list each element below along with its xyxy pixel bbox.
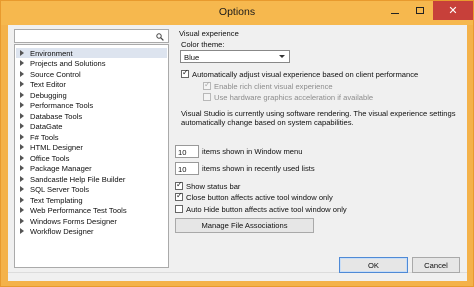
- tree-item-html-designer[interactable]: HTML Designer: [16, 143, 167, 153]
- recent-list-count-label: items shown in recently used lists: [202, 164, 315, 173]
- hw-accel-checkbox[interactable]: [203, 93, 211, 101]
- expand-arrow-icon[interactable]: [20, 154, 24, 161]
- maximize-button[interactable]: [408, 1, 432, 20]
- minimize-button[interactable]: [383, 1, 407, 20]
- tree-item-database-tools[interactable]: Database Tools: [16, 111, 167, 121]
- visual-experience-heading: Visual experience: [179, 29, 239, 38]
- autohide-button-checkbox[interactable]: [175, 205, 183, 213]
- expand-arrow-icon[interactable]: [20, 81, 24, 87]
- rich-client-label: Enable rich client visual experience: [214, 82, 333, 91]
- checkmark-icon: ✓: [176, 180, 183, 189]
- window-menu-count-label: items shown in Window menu: [202, 147, 303, 156]
- expand-arrow-icon[interactable]: [20, 91, 24, 98]
- tree-item-package-manager[interactable]: Package Manager: [16, 164, 167, 174]
- title-bar[interactable]: Options ✕: [1, 1, 473, 25]
- ok-button[interactable]: OK: [339, 257, 408, 273]
- manage-file-associations-button[interactable]: Manage File Associations: [175, 218, 314, 233]
- expand-arrow-icon[interactable]: [20, 196, 24, 203]
- close-button-checkbox[interactable]: ✓: [175, 191, 183, 201]
- expand-arrow-icon[interactable]: [20, 175, 24, 182]
- checkmark-icon: ✓: [182, 68, 189, 77]
- options-window: Options ✕ Environment Projects and Solut…: [0, 0, 474, 287]
- expand-arrow-icon[interactable]: [20, 123, 24, 129]
- minimize-icon: [391, 12, 399, 14]
- expand-arrow-icon[interactable]: [20, 207, 24, 213]
- close-button-label: Close button affects active tool window …: [186, 193, 333, 202]
- expand-arrow-icon[interactable]: [20, 60, 24, 66]
- rendering-info-line-1: Visual Studio is currently using softwar…: [181, 109, 456, 118]
- expand-arrow-icon[interactable]: [20, 186, 24, 192]
- tree-item-sql-server-tools[interactable]: SQL Server Tools: [16, 185, 167, 195]
- close-icon: ✕: [448, 4, 458, 17]
- chevron-down-icon: [279, 55, 285, 58]
- tree-item-fsharp-tools[interactable]: F# Tools: [16, 132, 167, 142]
- tree-item-projects[interactable]: Projects and Solutions: [16, 59, 167, 69]
- close-button[interactable]: ✕: [433, 1, 473, 20]
- color-theme-select[interactable]: Blue: [180, 50, 290, 63]
- tree-item-office-tools[interactable]: Office Tools: [16, 153, 167, 163]
- tree-item-source-control[interactable]: Source Control: [16, 69, 167, 79]
- checkmark-icon: ✓: [204, 80, 211, 89]
- dialog-body: Environment Projects and Solutions Sourc…: [8, 25, 467, 281]
- expand-arrow-icon[interactable]: [20, 112, 24, 119]
- tree-item-text-editor[interactable]: Text Editor: [16, 80, 167, 90]
- expand-arrow-icon[interactable]: [20, 102, 24, 108]
- status-bar-checkbox[interactable]: ✓: [175, 180, 183, 190]
- expand-arrow-icon[interactable]: [20, 144, 24, 150]
- expand-arrow-icon[interactable]: [20, 70, 24, 77]
- recent-list-count-input[interactable]: 10: [175, 162, 199, 175]
- search-icon: [156, 33, 164, 41]
- auto-adjust-checkbox[interactable]: ✓: [181, 68, 189, 78]
- options-tree[interactable]: Environment Projects and Solutions Sourc…: [14, 44, 169, 268]
- tree-item-text-templating[interactable]: Text Templating: [16, 195, 167, 205]
- tree-item-web-performance[interactable]: Web Performance Test Tools: [16, 206, 167, 216]
- tree-item-debugging[interactable]: Debugging: [16, 90, 167, 100]
- tree-item-environment[interactable]: Environment: [16, 48, 167, 58]
- color-theme-value: Blue: [184, 52, 200, 62]
- tree-item-sandcastle[interactable]: Sandcastle Help File Builder: [16, 174, 167, 184]
- options-search-input[interactable]: [14, 29, 169, 43]
- checkmark-icon: ✓: [176, 191, 183, 200]
- status-bar-label: Show status bar: [186, 182, 241, 191]
- tree-item-workflow-designer[interactable]: Workflow Designer: [16, 227, 167, 237]
- color-theme-label: Color theme:: [181, 40, 225, 49]
- auto-adjust-label: Automatically adjust visual experience b…: [192, 70, 419, 79]
- expand-arrow-icon[interactable]: [20, 49, 24, 56]
- rendering-info-line-2: automatically change based on system cap…: [181, 118, 354, 127]
- expand-arrow-icon[interactable]: [20, 165, 24, 171]
- expand-arrow-icon[interactable]: [20, 133, 24, 140]
- tree-item-windows-forms[interactable]: Windows Forms Designer: [16, 216, 167, 226]
- tree-item-performance-tools[interactable]: Performance Tools: [16, 101, 167, 111]
- maximize-icon: [416, 7, 424, 14]
- rich-client-checkbox[interactable]: ✓: [203, 80, 211, 90]
- window-menu-count-input[interactable]: 10: [175, 145, 199, 158]
- expand-arrow-icon[interactable]: [20, 228, 24, 234]
- expand-arrow-icon[interactable]: [20, 217, 24, 224]
- tree-item-datagate[interactable]: DataGate: [16, 122, 167, 132]
- cancel-button[interactable]: Cancel: [412, 257, 460, 273]
- autohide-button-label: Auto Hide button affects active tool win…: [186, 205, 347, 214]
- hw-accel-label: Use hardware graphics acceleration if av…: [214, 93, 374, 102]
